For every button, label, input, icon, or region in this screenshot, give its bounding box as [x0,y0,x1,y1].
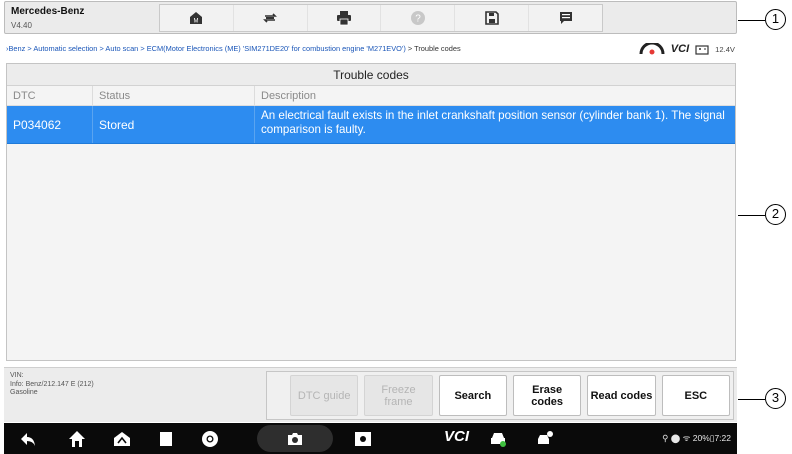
datalogging-button[interactable] [529,5,602,31]
breadcrumb-current: > Trouble codes [405,44,461,53]
svg-text:?: ? [415,14,421,25]
esc-button[interactable]: ESC [661,375,730,416]
panel-title: Trouble codes [7,64,735,86]
system-navigation-bar: VCI ⚲ ⬤ ᯤ 20%▯7:22 [4,423,737,454]
browser-button[interactable] [200,429,220,449]
callout-line-3 [738,399,765,400]
vehicle-model: Info: Benz/212.147 E (212) [10,380,94,388]
vehicle-swap-button[interactable] [234,5,308,31]
fuel-type: Gasoline [10,389,38,396]
column-header-description: Description [261,90,317,102]
camera-button[interactable] [285,429,305,449]
car-icon [491,433,506,447]
dtc-guide-button[interactable]: DTC guide [290,375,359,416]
app-screen: Mercedes-Benz V4.40 M ? ›Benz > Automati… [2,0,738,454]
print-button[interactable] [308,5,382,31]
status-cell: Stored [93,106,255,143]
help-icon: ? [410,11,425,25]
search-button[interactable]: Search [438,375,507,416]
erase-codes-button[interactable]: Erase codes [512,375,582,416]
column-header-status: Status [93,86,255,105]
vin-label: VIN: [10,372,24,379]
function-buttons: DTC guide Freeze frame Search Erase code… [266,371,734,420]
back-arrow-icon [21,433,35,446]
vehicle-info: VIN: Info: Benz/212.147 E (212) Gasoline [10,372,94,398]
home-nav-icon [69,431,85,447]
recents-button[interactable] [156,429,176,449]
function-bar: VIN: Info: Benz/212.147 E (212) Gasoline… [4,367,737,422]
figure-frame: Mercedes-Benz V4.40 M ? ›Benz > Automati… [0,0,792,454]
top-toolbar: Mercedes-Benz V4.40 M ? [4,1,737,34]
autel-home-button[interactable] [112,429,132,449]
callout-2: 2 [765,204,786,225]
table-row[interactable]: P034062 Stored An electrical fault exist… [7,106,735,144]
freeze-frame-button[interactable]: Freeze frame [364,375,433,416]
vehicle-swap-icon [263,13,278,23]
help-button[interactable]: ? [381,5,456,31]
breadcrumb-bar: ›Benz > Automatic selection > Auto scan … [4,38,737,60]
battery-icon [695,44,709,55]
datalogging-icon [559,12,572,24]
read-codes-button[interactable]: Read codes [587,375,656,416]
autel-home-icon [114,432,130,446]
callout-line-2 [738,215,765,216]
column-header-dtc: DTC [7,86,93,105]
toolbar-buttons: M ? [159,4,603,32]
recents-icon [160,432,172,446]
vci-status: VCI [670,43,690,55]
description-cell: An electrical fault exists in the inlet … [261,109,725,136]
breadcrumb[interactable]: ›Benz > Automatic selection > Auto scan … [6,44,461,53]
svg-text:M: M [194,19,199,25]
table-header: DTC Status Description [7,86,735,106]
save-button[interactable] [455,5,530,31]
vehicle-name: Mercedes-Benz [11,6,85,17]
chrome-icon [202,431,218,447]
breadcrumb-path[interactable]: ›Benz > Automatic selection > Auto scan … [6,44,406,53]
save-icon [484,11,499,25]
display-button[interactable] [353,429,373,449]
connection-status: VCI 12.4V [639,41,735,57]
home-icon: M [190,12,203,25]
callout-1: 1 [765,9,786,30]
display-brightness-icon [355,432,371,446]
back-button[interactable] [18,429,38,449]
remote-car-icon [538,431,553,444]
software-version: V4.40 [11,21,32,30]
dtc-cell: P034062 [7,106,93,143]
vci-nav-button[interactable]: VCI [444,428,469,445]
home-nav-button[interactable] [67,429,87,449]
callout-3: 3 [765,388,786,409]
home-button[interactable]: M [160,5,234,31]
callout-line-1 [738,20,765,21]
vehicle-button[interactable] [488,429,508,449]
gauge-icon [639,43,665,55]
system-status: ⚲ ⬤ ᯤ 20%▯7:22 [662,433,731,443]
trouble-codes-panel: Trouble codes DTC Status Description P03… [6,63,736,361]
camera-icon [288,433,302,445]
battery-voltage: 12.4V [715,44,735,54]
print-icon [337,11,352,26]
remote-expert-button[interactable] [535,429,555,449]
